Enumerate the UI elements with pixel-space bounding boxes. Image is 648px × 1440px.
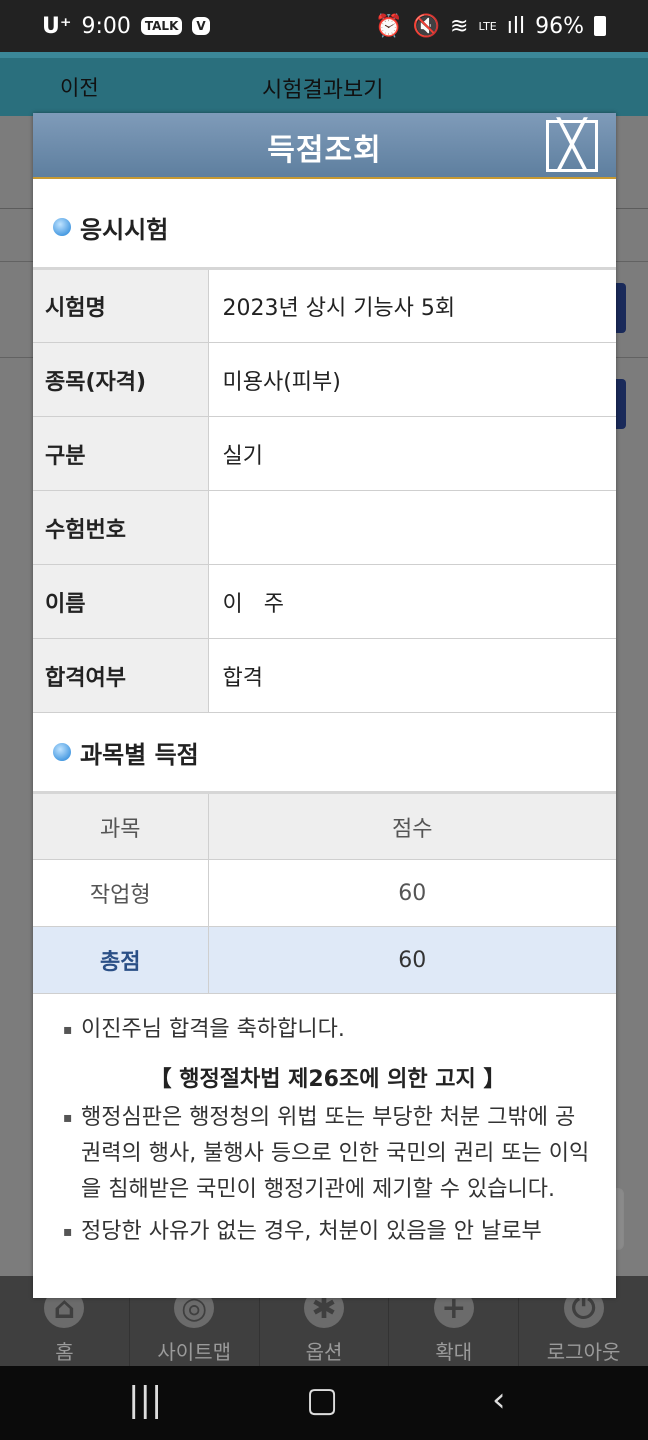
bullet-icon — [53, 218, 71, 236]
field-value: 실기 — [208, 416, 616, 491]
battery-percent: 96% — [535, 13, 584, 39]
bullet-icon: ▪ — [63, 1022, 73, 1038]
v-app-icon: V — [192, 17, 210, 35]
wifi-icon: ≋ — [450, 13, 469, 39]
field-label: 합격여부 — [33, 638, 209, 713]
nav-label: 사이트맵 — [157, 1340, 231, 1364]
page-title: 시험결과보기 — [262, 78, 384, 103]
score-modal: 득점조회 ╳ 응시시험 시험명 2023년 상시 기능사 5회 종목(자격) 미… — [33, 113, 616, 1298]
home-button-icon[interactable]: ▢ — [306, 1380, 338, 1420]
notice-item: ▪ 정당한 사유가 없는 경우, 처분이 있음을 안 날로부 — [63, 1214, 592, 1250]
column-header: 과목 — [33, 791, 209, 860]
table-row: 작업형 60 — [33, 859, 616, 927]
congrats-note: ▪ 이진주님 합격을 축하합니다. — [63, 1012, 592, 1048]
modal-title: 득점조회 — [267, 133, 382, 168]
notice-text: 정당한 사유가 없는 경우, 처분이 있음을 안 날로부 — [81, 1219, 542, 1244]
page-header: 이전 시험결과보기 — [0, 52, 648, 116]
back-link[interactable]: 이전 — [60, 72, 99, 102]
field-value: 합격 — [208, 638, 616, 713]
bullet-icon: ▪ — [63, 1110, 73, 1126]
back-icon[interactable]: ‹ — [492, 1380, 506, 1420]
table-row: 이름 이 주 — [33, 564, 616, 639]
talk-icon: TALK — [140, 17, 183, 35]
recent-apps-icon[interactable]: ||| — [128, 1380, 162, 1420]
modal-header: 득점조회 ╳ — [33, 113, 616, 179]
lte-icon: LTE — [478, 19, 497, 33]
score-cell: 60 — [208, 859, 616, 927]
field-value: 미용사(피부) — [208, 342, 616, 417]
total-label: 총점 — [33, 926, 209, 994]
table-row: 구분 실기 — [33, 416, 616, 491]
close-icon[interactable]: ╳ — [546, 120, 598, 172]
carrier-label: U⁺ — [42, 13, 72, 39]
notes: ▪ 이진주님 합격을 축하합니다. 【 행정절차법 제26조에 의한 고지 】 … — [33, 994, 616, 1250]
congrats-text: 이진주님 합격을 축하합니다. — [81, 1017, 345, 1042]
table-row: 종목(자격) 미용사(피부) — [33, 342, 616, 417]
notice-title: 【 행정절차법 제26조에 의한 고지 】 — [149, 1067, 506, 1092]
field-value — [208, 490, 616, 565]
field-value: 2023년 상시 기능사 5회 — [208, 267, 616, 343]
field-label: 수험번호 — [33, 490, 209, 565]
total-score: 60 — [208, 926, 616, 994]
signal-icon: ıll — [506, 13, 526, 39]
subject-cell: 작업형 — [33, 859, 209, 927]
section-title-exam: 응시시험 — [33, 179, 616, 267]
table-row: 수험번호 — [33, 490, 616, 565]
section-label: 과목별 득점 — [80, 740, 199, 769]
field-value: 이 주 — [208, 564, 616, 639]
bullet-icon: ▪ — [63, 1224, 73, 1240]
nav-label: 옵션 — [305, 1340, 343, 1364]
notice-text: 행정심판은 행정청의 위법 또는 부당한 처분 그밖에 공권력의 행사, 불행사… — [81, 1105, 590, 1202]
exam-info-table: 시험명 2023년 상시 기능사 5회 종목(자격) 미용사(피부) 구분 실기… — [33, 267, 616, 713]
table-row: 합격여부 합격 — [33, 638, 616, 713]
nav-label: 로그아웃 — [546, 1340, 621, 1364]
status-bar: U⁺ 9:00 TALK V ⏰ 🔇 ≋ LTE ıll 96% — [0, 0, 648, 52]
mute-icon: 🔇 — [412, 13, 441, 39]
bullet-icon — [53, 743, 71, 761]
nav-label: 홈 — [55, 1340, 74, 1364]
clock: 9:00 — [81, 13, 131, 39]
table-header-row: 과목 점수 — [33, 791, 616, 860]
field-label: 시험명 — [33, 267, 209, 343]
table-row: 시험명 2023년 상시 기능사 5회 — [33, 267, 616, 343]
nav-label: 확대 — [435, 1340, 473, 1364]
section-title-scores: 과목별 득점 — [33, 713, 616, 791]
notice-item: ▪ 행정심판은 행정청의 위법 또는 부당한 처분 그밖에 공권력의 행사, 불… — [63, 1100, 592, 1208]
field-label: 이름 — [33, 564, 209, 639]
score-table: 과목 점수 작업형 60 총점 60 — [33, 791, 616, 994]
column-header: 점수 — [208, 791, 616, 860]
field-label: 종목(자격) — [33, 342, 209, 417]
field-label: 구분 — [33, 416, 209, 491]
battery-icon — [594, 16, 606, 36]
section-label: 응시시험 — [80, 215, 169, 244]
total-row: 총점 60 — [33, 926, 616, 994]
system-nav-bar: ||| ▢ ‹ — [0, 1366, 648, 1440]
alarm-icon: ⏰ — [375, 13, 403, 39]
